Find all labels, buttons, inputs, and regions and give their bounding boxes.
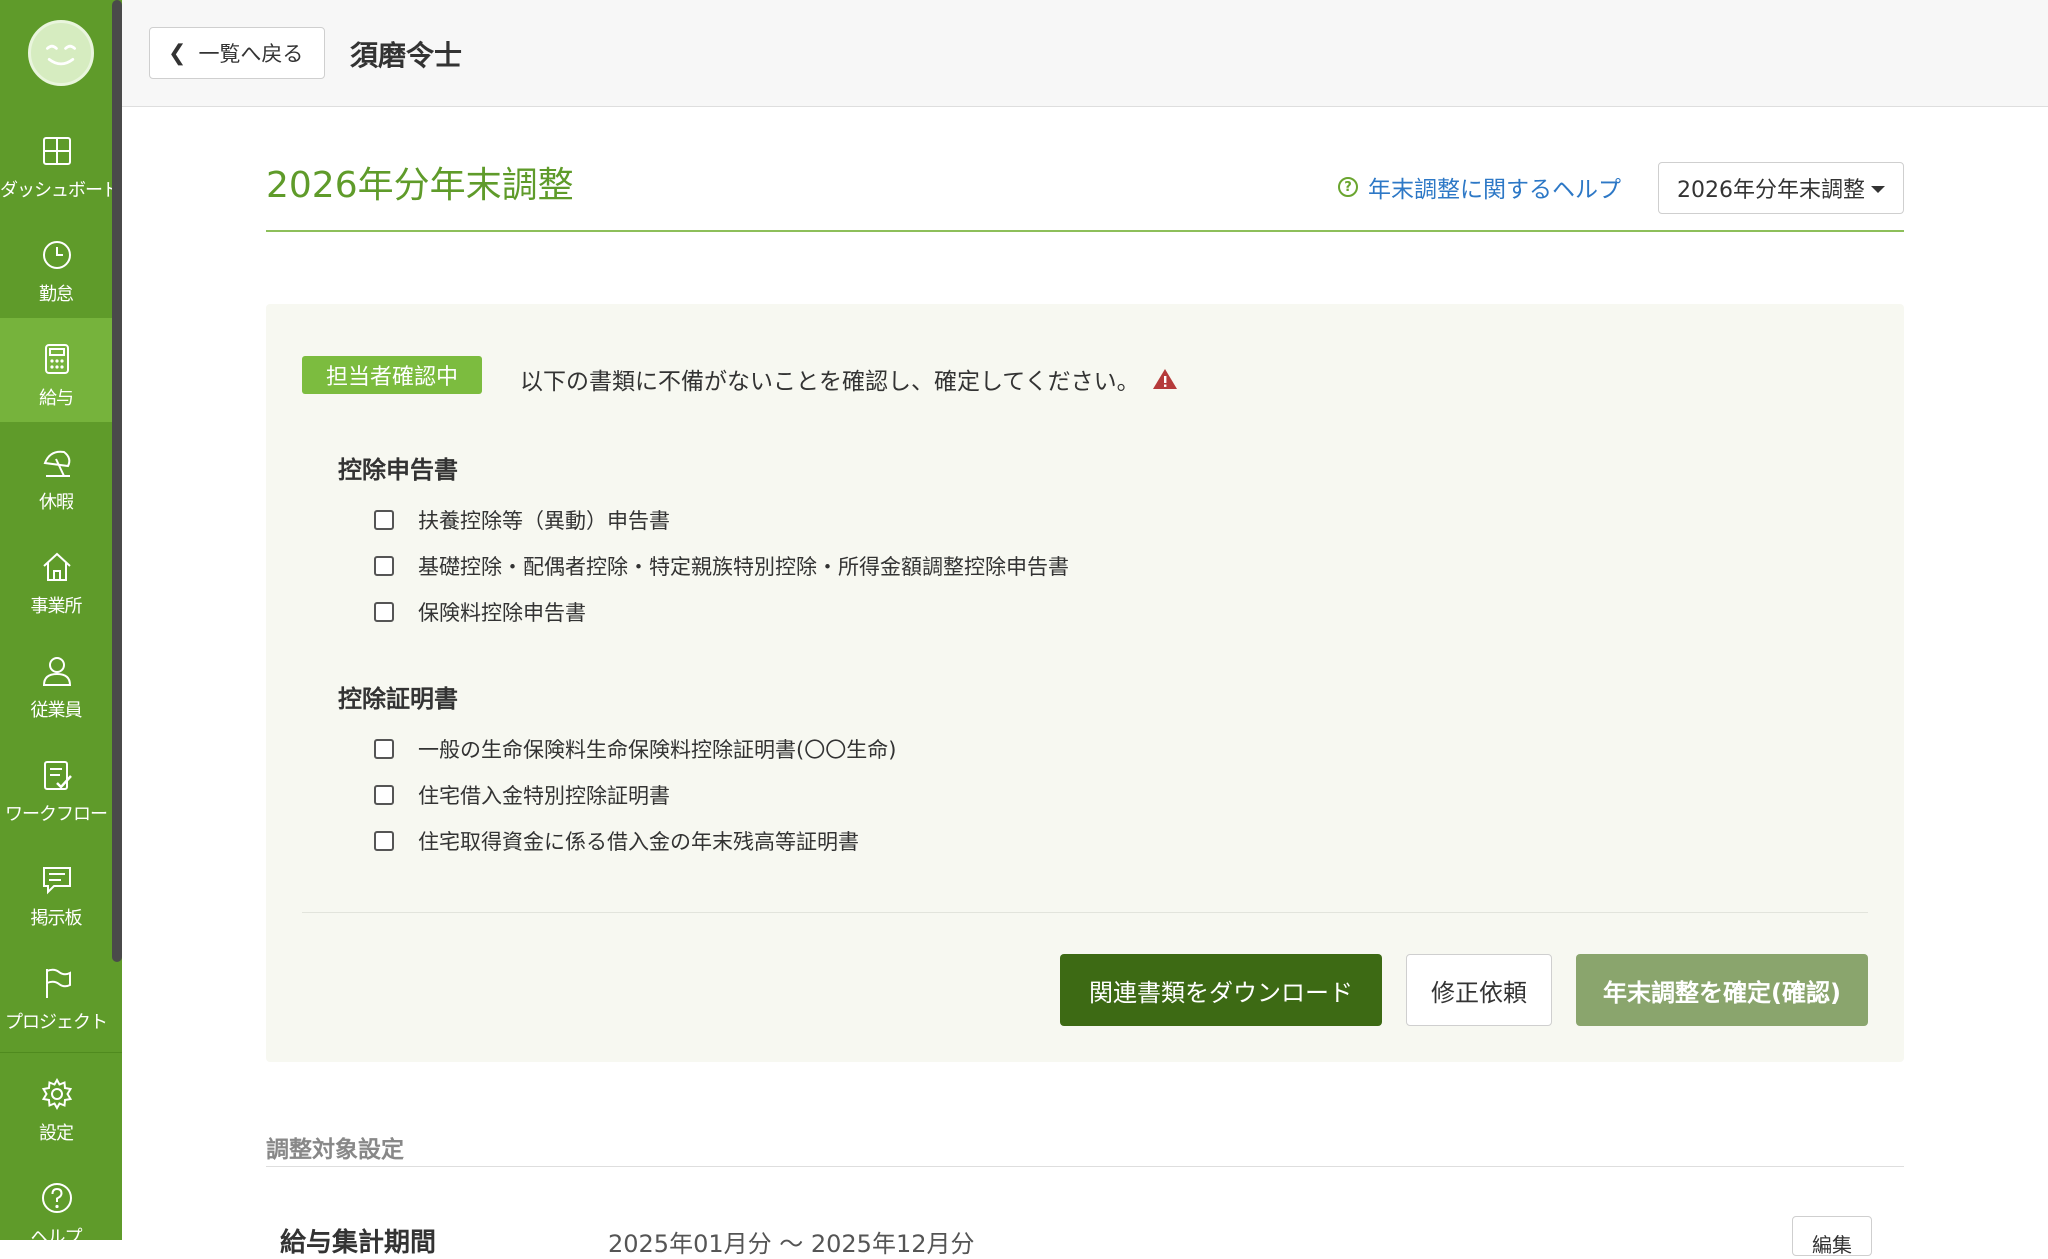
back-button-label: 一覧へ戻る	[198, 42, 304, 66]
sidebar-item-project[interactable]: プロジェクト	[0, 942, 112, 1046]
beach-umbrella-icon	[43, 450, 71, 477]
sidebar-item-label: 設定	[39, 1123, 74, 1144]
edit-button[interactable]: 編集	[1792, 1216, 1872, 1257]
help-icon	[42, 1183, 72, 1213]
checklist-icon	[44, 761, 72, 790]
payroll-period-value: 2025年01月分 ～ 2025年12月分	[608, 1230, 975, 1258]
document-label: 保険料控除申告書	[418, 601, 586, 625]
sidebar-item-employees[interactable]: 従業員	[0, 630, 112, 734]
document-label: 扶養控除等（異動）申告書	[418, 509, 670, 533]
checkbox[interactable]	[374, 556, 394, 576]
home-icon	[43, 552, 71, 581]
sidebar-bottom: 設定 ヘルプ	[0, 1052, 122, 1241]
logo-icon[interactable]	[28, 20, 94, 86]
sidebar-scrollbar[interactable]	[112, 0, 122, 962]
warning-icon	[1152, 369, 1177, 389]
status-message: 以下の書類に不備がないことを確認し、確定してください。	[520, 362, 1178, 396]
sidebar-item-label: ヘルプ	[30, 1227, 83, 1241]
section-title-certificates: 控除証明書	[338, 685, 458, 713]
gear-icon	[41, 1077, 73, 1111]
document-checkbox-item[interactable]: 基礎控除・配偶者控除・特定親族特別控除・所得金額調整控除申告書	[374, 551, 1069, 581]
sidebar-item-label: 勤怠	[39, 284, 74, 305]
download-documents-button[interactable]: 関連書類をダウンロード	[1060, 954, 1382, 1026]
chat-icon	[43, 867, 71, 895]
checkbox[interactable]	[374, 602, 394, 622]
chevron-left-icon: ❮	[168, 40, 187, 66]
document-label: 基礎控除・配偶者控除・特定親族特別控除・所得金額調整控除申告書	[418, 555, 1069, 579]
sidebar-item-label: プロジェクト	[5, 1012, 108, 1033]
document-label: 住宅借入金特別控除証明書	[418, 784, 670, 808]
sidebar-item-label: 事業所	[30, 596, 83, 617]
settings-section-title: 調整対象設定	[266, 1137, 404, 1163]
back-to-list-button[interactable]: ❮ 一覧へ戻る	[149, 27, 325, 79]
status-badge: 担当者確認中	[302, 356, 483, 394]
document-checkbox-item[interactable]: 扶養控除等（異動）申告書	[374, 505, 670, 535]
page-title: 2026年分年末調整	[266, 165, 574, 206]
sidebar-item-label: 従業員	[30, 700, 83, 721]
sidebar-item-board[interactable]: 掲示板	[0, 838, 112, 942]
sidebar-item-help[interactable]: ヘルプ	[0, 1157, 112, 1241]
checkbox[interactable]	[374, 510, 394, 530]
help-link-label: 年末調整に関するヘルプ	[1368, 177, 1621, 203]
sidebar-item-dashboard[interactable]: ダッシュボード	[0, 110, 120, 214]
sidebar-item-label: 給与	[39, 388, 74, 409]
sidebar-item-workflow[interactable]: ワークフロー	[0, 734, 112, 838]
year-select-value: 2026年分年末調整	[1677, 178, 1865, 203]
person-icon	[42, 657, 72, 686]
sidebar: ダッシュボード 勤怠 給与 休暇 事業所 従業員 ワークフロー 掲示板 プロジェ…	[0, 0, 122, 1241]
sidebar-item-leave[interactable]: 休暇	[0, 422, 112, 526]
flag-icon	[46, 968, 71, 998]
checkbox[interactable]	[374, 831, 394, 851]
document-checkbox-item[interactable]: 保険料控除申告書	[374, 597, 586, 627]
document-checkbox-item[interactable]: 住宅取得資金に係る借入金の年末残高等証明書	[374, 826, 859, 856]
panel-divider	[302, 912, 1868, 913]
document-checkbox-item[interactable]: 住宅借入金特別控除証明書	[374, 780, 670, 810]
payroll-period-label: 給与集計期間	[280, 1228, 437, 1258]
title-divider	[266, 230, 1904, 232]
year-select[interactable]: 2026年分年末調整	[1658, 162, 1904, 214]
sidebar-item-settings[interactable]: 設定	[0, 1053, 112, 1157]
request-correction-button[interactable]: 修正依頼	[1406, 954, 1552, 1026]
sidebar-item-payroll[interactable]: 給与	[0, 318, 112, 422]
clock-icon	[43, 241, 71, 269]
confirmation-panel: 担当者確認中 以下の書類に不備がないことを確認し、確定してください。 控除申告書…	[266, 304, 1904, 1062]
calculator-icon	[45, 344, 69, 374]
sidebar-item-label: ワークフロー	[5, 804, 108, 825]
document-label: 住宅取得資金に係る借入金の年末残高等証明書	[418, 830, 859, 854]
header: ❮ 一覧へ戻る 須磨令士	[122, 0, 2048, 107]
section-title-declarations: 控除申告書	[338, 456, 458, 484]
checkbox[interactable]	[374, 785, 394, 805]
employee-name: 須磨令士	[350, 39, 463, 72]
checkbox[interactable]	[374, 739, 394, 759]
sidebar-item-attendance[interactable]: 勤怠	[0, 214, 112, 318]
status-message-text: 以下の書類に不備がないことを確認し、確定してください。	[520, 369, 1140, 395]
confirm-adjustment-button[interactable]: 年末調整を確定(確認)	[1576, 954, 1868, 1026]
dashboard-icon	[43, 137, 71, 165]
caret-down-icon	[1871, 186, 1885, 193]
settings-divider	[266, 1166, 1904, 1167]
question-circle-icon: ?	[1338, 177, 1358, 197]
sidebar-item-label: 掲示板	[30, 908, 83, 929]
document-label: 一般の生命保険料生命保険料控除証明書(〇〇生命)	[418, 738, 897, 762]
document-checkbox-item[interactable]: 一般の生命保険料生命保険料控除証明書(〇〇生命)	[374, 734, 896, 764]
help-link[interactable]: ? 年末調整に関するヘルプ	[1338, 170, 1621, 204]
sidebar-item-label: ダッシュボード	[0, 180, 120, 201]
sidebar-item-label: 休暇	[39, 492, 74, 513]
sidebar-item-office[interactable]: 事業所	[0, 526, 112, 630]
